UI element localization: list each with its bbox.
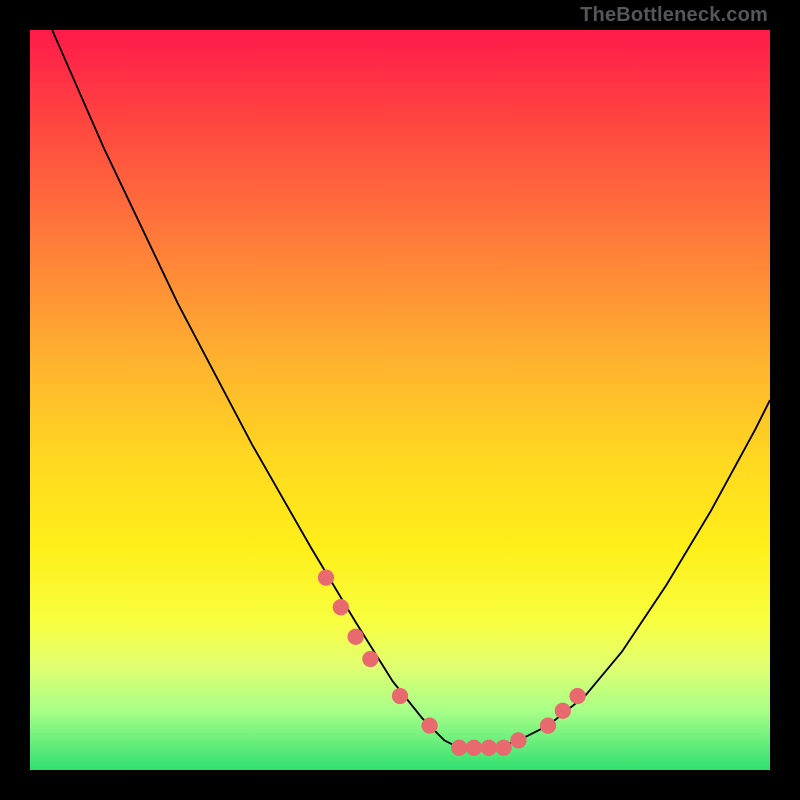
curve-marker (569, 688, 585, 704)
curve-marker (333, 599, 349, 615)
curve-marker (362, 651, 378, 667)
chart-svg (30, 30, 770, 770)
curve-marker (481, 740, 497, 756)
curve-marker (318, 569, 334, 585)
curve-markers (318, 569, 586, 755)
curve-marker (421, 717, 437, 733)
curve-marker (451, 740, 467, 756)
curve-marker (555, 703, 571, 719)
curve-marker (510, 732, 526, 748)
curve-marker (347, 629, 363, 645)
chart-frame: TheBottleneck.com (0, 0, 800, 800)
curve-marker (392, 688, 408, 704)
curve-marker (540, 717, 556, 733)
curve-marker (495, 740, 511, 756)
bottleneck-curve (52, 30, 770, 748)
curve-marker (466, 740, 482, 756)
attribution-text: TheBottleneck.com (580, 4, 768, 27)
